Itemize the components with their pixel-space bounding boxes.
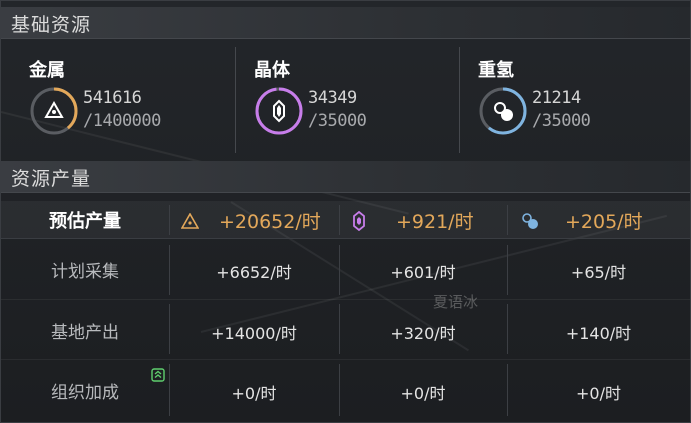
divider	[235, 47, 236, 153]
deuterium-circle-icon	[479, 87, 527, 135]
resource-crystal[interactable]: 晶体 34349 /35000	[254, 56, 469, 156]
metal-triangle-icon	[181, 213, 199, 229]
resource-current: 21214	[532, 88, 581, 108]
resource-max: /35000	[532, 111, 591, 131]
resource-name: 重氢	[478, 60, 514, 81]
value-deuterium: +140/时	[565, 324, 632, 343]
estimate-deuterium: +205/时	[565, 211, 643, 233]
resource-panel: 基础资源 金属 541616 /1400000 晶体 34349 /35000 …	[0, 0, 691, 423]
row-label: 预估产量	[49, 211, 121, 232]
row-label: 计划采集	[51, 262, 119, 282]
resource-deuterium[interactable]: 重氢 21214 /35000	[478, 56, 690, 156]
value-crystal: +320/时	[390, 324, 456, 343]
value-metal: +0/时	[231, 384, 277, 403]
section-title: 资源产量	[11, 168, 92, 190]
value-crystal: +601/时	[390, 263, 456, 282]
column-separator	[507, 205, 508, 235]
base-resources-header: 基础资源	[1, 7, 690, 39]
value-deuterium: +0/时	[576, 384, 621, 403]
divider	[459, 47, 460, 153]
value-metal: +6652/时	[216, 263, 292, 282]
resource-metal[interactable]: 金属 541616 /1400000	[29, 56, 244, 156]
estimate-row: 预估产量 +20652/时 +921/时 +205/时	[1, 201, 690, 239]
estimate-crystal: +921/时	[396, 211, 474, 233]
column-separator	[339, 205, 340, 235]
resource-current: 541616	[83, 88, 142, 108]
crystal-hexagon-icon	[353, 211, 365, 231]
value-crystal: +0/时	[400, 384, 446, 403]
production-row-planned: 计划采集 +6652/时 +601/时 +65/时	[1, 241, 690, 299]
crystal-hexagon-icon	[255, 87, 303, 135]
column-separator	[169, 205, 170, 235]
row-label: 基地产出	[51, 323, 119, 343]
organization-badge-icon	[151, 368, 165, 382]
production-header: 资源产量	[1, 161, 690, 193]
production-row-organization: 组织加成 +0/时 +0/时 +0/时	[1, 360, 690, 420]
deuterium-circle-icon	[522, 213, 538, 229]
value-metal: +14000/时	[211, 324, 297, 343]
resource-current: 34349	[308, 88, 357, 108]
metal-triangle-icon	[30, 87, 78, 135]
resource-name: 金属	[29, 60, 65, 81]
value-deuterium: +65/时	[570, 263, 627, 282]
production-row-base: 基地产出 +14000/时 +320/时 +140/时	[1, 300, 690, 358]
row-label: 组织加成	[51, 383, 119, 403]
resource-max: /35000	[308, 111, 367, 131]
resource-name: 晶体	[254, 60, 290, 81]
resource-max: /1400000	[83, 111, 161, 131]
estimate-metal: +20652/时	[219, 211, 321, 233]
watermark-text: 夏语冰	[433, 293, 479, 311]
section-title: 基础资源	[11, 14, 92, 36]
